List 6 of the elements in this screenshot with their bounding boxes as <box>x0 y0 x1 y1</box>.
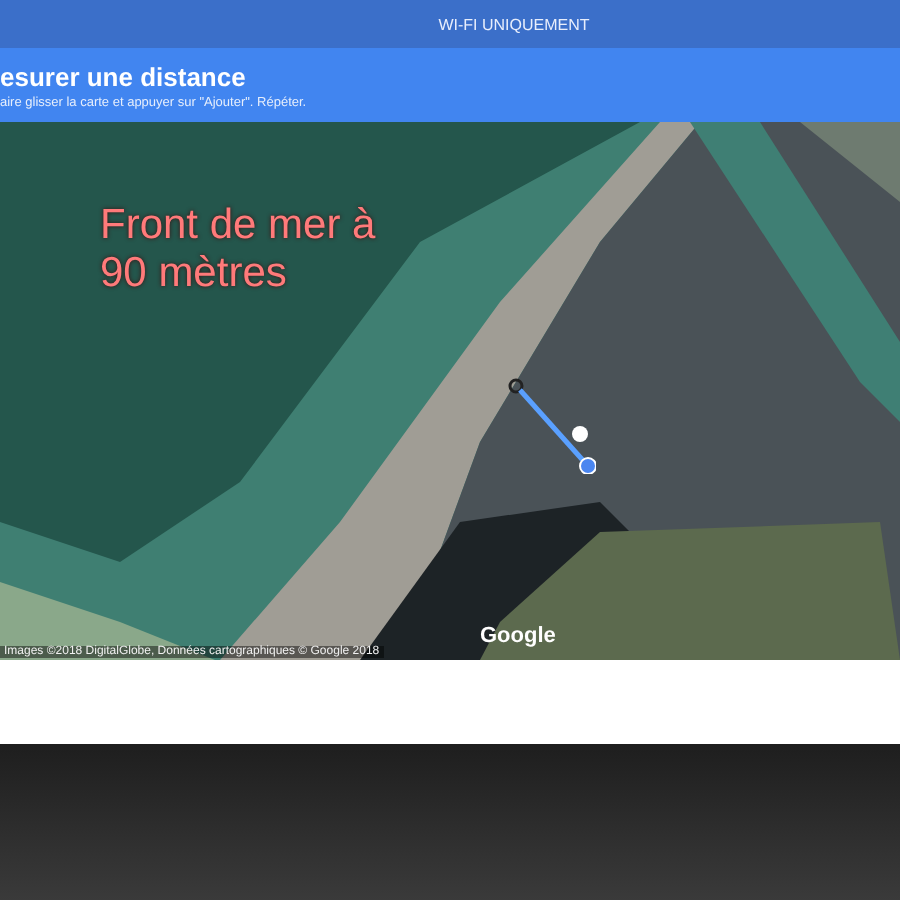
measure-line-icon <box>508 378 596 474</box>
satellite-map-drawing[interactable] <box>0 122 900 660</box>
map-logo: Google <box>480 624 556 648</box>
status-text: WI-FI UNIQUEMENT <box>438 15 590 33</box>
header-title: esurer une distance <box>0 61 248 91</box>
map-annotation: Front de mer à 90 mètres <box>100 202 378 298</box>
